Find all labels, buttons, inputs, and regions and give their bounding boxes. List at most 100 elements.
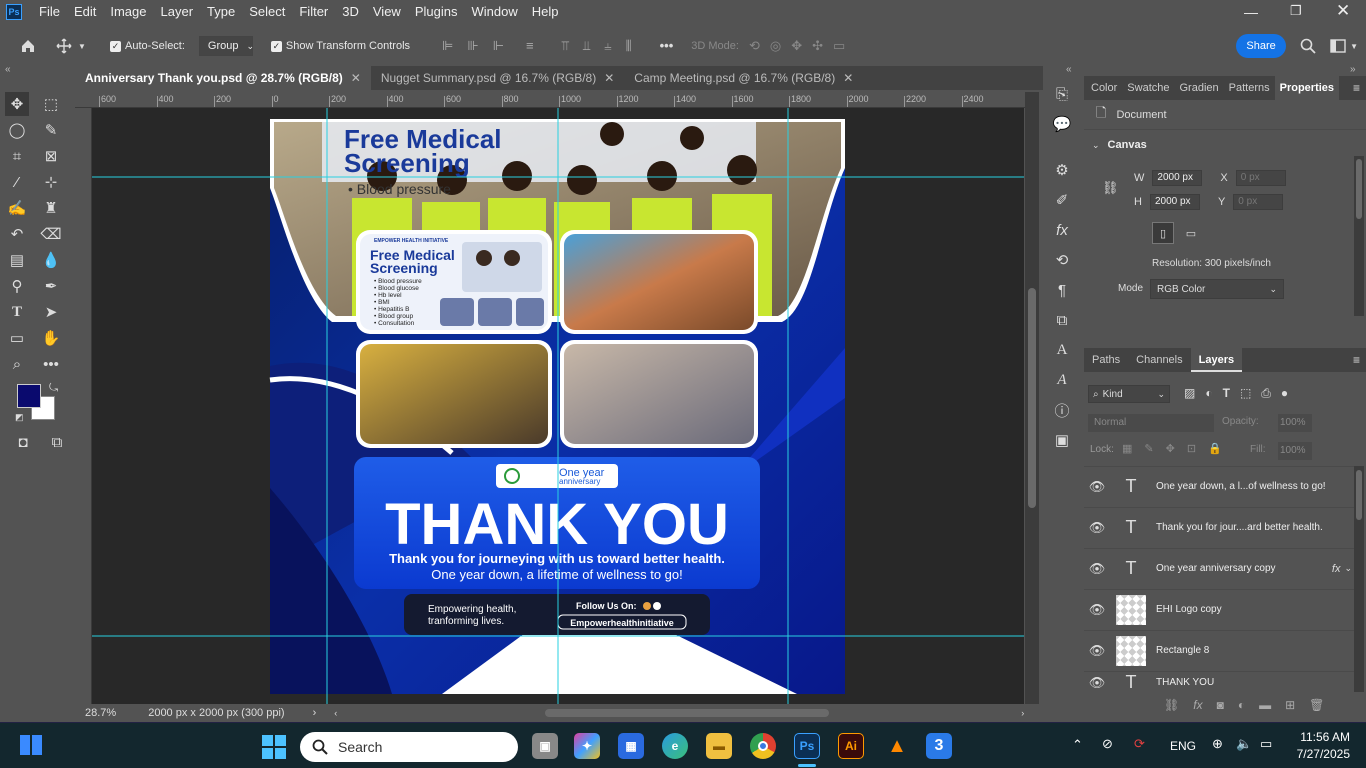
add-mask-icon[interactable]: ◙ xyxy=(1217,698,1224,712)
brush-settings-icon[interactable]: ✐ xyxy=(1050,188,1074,212)
collapse-strip-icon[interactable]: « xyxy=(1066,64,1072,75)
move-tool-icon[interactable]: ✥ xyxy=(5,92,29,116)
menu-type[interactable]: Type xyxy=(200,0,242,24)
brush-tool-icon[interactable]: ✍ xyxy=(5,196,29,220)
crop-tool-icon[interactable]: ⌗ xyxy=(5,144,29,168)
filter-adjustment-icon[interactable]: ◐ xyxy=(1205,386,1212,401)
fx-icon[interactable]: fx xyxy=(1050,218,1074,242)
close-tab-icon[interactable]: ✕ xyxy=(843,71,853,85)
lock-artboard-icon[interactable]: ⊡ xyxy=(1187,442,1196,455)
photoshop-logo[interactable]: Ps xyxy=(6,4,22,20)
canvas-area[interactable]: Free Medical Screening • Blood pressure … xyxy=(92,108,1024,704)
tab-gradients[interactable]: Gradien xyxy=(1175,76,1224,100)
info-icon[interactable]: ⓘ xyxy=(1050,398,1074,422)
panel-menu-icon[interactable]: ≡ xyxy=(1353,348,1360,372)
filter-type-icon[interactable]: T xyxy=(1223,386,1230,401)
adjustment-layer-icon[interactable]: ◐ xyxy=(1238,698,1245,712)
x-input[interactable]: 0 px xyxy=(1235,170,1286,186)
delete-layer-icon[interactable]: 🗑 xyxy=(1309,698,1324,712)
show-transform-checkbox[interactable]: ✓ Show Transform Controls xyxy=(270,40,410,52)
lock-pixels-icon[interactable]: ✎ xyxy=(1144,442,1153,455)
chevron-down-icon[interactable]: ⌄ xyxy=(1344,563,1352,574)
tab-properties[interactable]: Properties xyxy=(1274,76,1340,100)
visibility-eye-icon[interactable]: 👁 xyxy=(1084,479,1110,495)
auto-select-dropdown[interactable]: Group ⌄ xyxy=(198,36,254,56)
edge-icon[interactable]: e xyxy=(662,733,688,759)
menu-file[interactable]: File xyxy=(32,0,67,24)
tab-paths[interactable]: Paths xyxy=(1084,348,1128,372)
scroll-right-icon[interactable]: › xyxy=(1021,708,1024,718)
start-icon[interactable] xyxy=(262,735,286,759)
clone-source-icon[interactable]: ⧉ xyxy=(1050,308,1074,332)
visibility-eye-icon[interactable]: 👁 xyxy=(1084,520,1110,536)
layer-row[interactable]: 👁 T Thank you for jour....ard better hea… xyxy=(1084,507,1354,547)
3d-orbit-icon[interactable]: ⟲ xyxy=(749,38,760,54)
workspace-icon[interactable]: ▼ xyxy=(1330,39,1358,53)
layers-scrollbar[interactable] xyxy=(1354,466,1364,692)
zoom-tool-icon[interactable]: ⌕ xyxy=(5,352,29,376)
collapse-toolbar-icon[interactable]: « xyxy=(5,64,11,75)
width-input[interactable]: 2000 px xyxy=(1152,170,1203,186)
auto-select-checkbox[interactable]: ✓ Auto-Select: xyxy=(110,40,185,52)
close-icon[interactable]: ✕ xyxy=(1336,1,1350,21)
chrome-icon[interactable] xyxy=(750,733,776,759)
align-left-icon[interactable]: ⊫ xyxy=(442,38,453,54)
horizontal-scrollbar[interactable] xyxy=(345,708,1005,718)
menu-help[interactable]: Help xyxy=(525,0,566,24)
visibility-eye-icon[interactable]: 👁 xyxy=(1084,675,1110,691)
menu-filter[interactable]: Filter xyxy=(292,0,335,24)
blur-tool-icon[interactable]: 💧 xyxy=(39,248,63,272)
align-top-icon[interactable]: ⫪ xyxy=(562,38,569,54)
volume-icon[interactable]: 🔈 xyxy=(1236,736,1252,752)
task-view-icon[interactable]: ▣ xyxy=(532,733,558,759)
menu-layer[interactable]: Layer xyxy=(154,0,201,24)
scroll-left-icon[interactable]: ‹ xyxy=(334,708,337,718)
character-icon[interactable]: A xyxy=(1050,338,1074,362)
link-dimensions-icon[interactable]: ⛓ xyxy=(1102,180,1119,196)
status-expand-icon[interactable]: › xyxy=(313,707,317,719)
foreground-color-swatch[interactable] xyxy=(17,384,41,408)
3d-slide-icon[interactable]: ✣ xyxy=(812,38,823,54)
properties-scrollbar[interactable] xyxy=(1354,156,1364,316)
fx-badge-icon[interactable]: fx xyxy=(1332,563,1341,575)
portrait-orientation-icon[interactable]: ▯ xyxy=(1152,222,1174,244)
menu-edit[interactable]: Edit xyxy=(67,0,103,24)
pen-tool-icon[interactable]: ✒ xyxy=(39,274,63,298)
default-colors-icon[interactable]: ◩ xyxy=(15,412,24,423)
align-center-icon[interactable]: ⊪ xyxy=(467,38,478,54)
fill-input[interactable]: 100% xyxy=(1278,442,1312,460)
layer-row[interactable]: 👁 Rectangle 8 xyxy=(1084,630,1354,670)
battery-icon[interactable]: ▭ xyxy=(1260,736,1272,752)
clock-date[interactable]: 7/27/2025 xyxy=(1290,747,1350,761)
clock-time[interactable]: 11:56 AM xyxy=(1294,730,1350,744)
frame-tool-icon[interactable]: ⊠ xyxy=(39,144,63,168)
menu-image[interactable]: Image xyxy=(103,0,153,24)
marquee-tool-icon[interactable]: ⬚ xyxy=(39,92,63,116)
history-icon[interactable]: ⎘ xyxy=(1050,82,1074,106)
height-input[interactable]: 2000 px xyxy=(1149,194,1200,210)
copilot-icon[interactable]: ✦ xyxy=(574,733,600,759)
paragraph-icon[interactable]: ¶ xyxy=(1050,278,1074,302)
distribute-vertical-icon[interactable]: ⫼ xyxy=(626,38,632,54)
lock-transparency-icon[interactable]: ▦ xyxy=(1122,442,1132,455)
y-input[interactable]: 0 px xyxy=(1233,194,1284,210)
mode-dropdown[interactable]: RGB Color ⌄ xyxy=(1150,279,1284,299)
restore-icon[interactable]: ❐ xyxy=(1290,3,1302,19)
scroll-thumb[interactable] xyxy=(1356,159,1362,219)
scroll-thumb[interactable] xyxy=(545,709,830,717)
collapse-panels-icon[interactable]: » xyxy=(1350,64,1356,75)
language-indicator[interactable]: ENG xyxy=(1170,739,1196,753)
libraries-icon[interactable]: ⟲ xyxy=(1050,248,1074,272)
sync-icon[interactable]: ⟳ xyxy=(1134,736,1145,752)
visibility-eye-icon[interactable]: 👁 xyxy=(1084,643,1110,659)
path-select-tool-icon[interactable]: ➤ xyxy=(39,300,63,324)
app-3-icon[interactable]: 3 xyxy=(926,733,952,759)
filter-smart-icon[interactable]: ⎙ xyxy=(1261,386,1271,401)
link-layers-icon[interactable]: ⛓ xyxy=(1164,698,1179,712)
more-options-icon[interactable]: ••• xyxy=(660,38,674,54)
zoom-level[interactable]: 28.7% xyxy=(85,707,116,719)
store-icon[interactable]: ▦ xyxy=(618,733,644,759)
search-icon[interactable] xyxy=(1300,38,1316,54)
distribute-icon[interactable]: ≡ xyxy=(526,38,534,54)
align-bottom-icon[interactable]: ⫨ xyxy=(604,38,611,54)
